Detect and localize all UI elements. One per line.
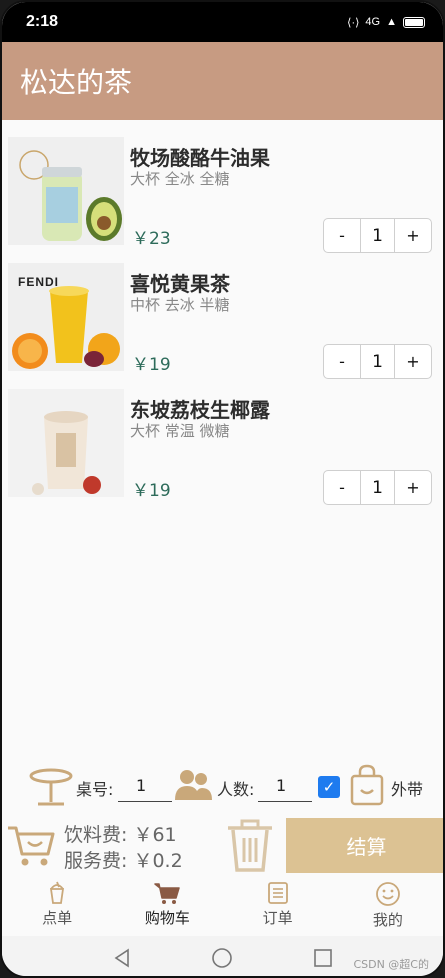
quantity-stepper: - 1 + bbox=[323, 218, 432, 253]
service-fee-label: 服务费: bbox=[64, 850, 128, 872]
takeaway-label: 外带 bbox=[391, 780, 424, 799]
recents-icon[interactable] bbox=[313, 948, 333, 968]
decrease-button[interactable]: - bbox=[324, 345, 360, 378]
service-fee: 服务费: ￥0.2 bbox=[64, 846, 183, 873]
home-icon[interactable] bbox=[211, 947, 233, 969]
quantity-value[interactable]: 1 bbox=[360, 345, 395, 378]
checkout-bar: 饮料费: ￥61 服务费: ￥0.2 结算 bbox=[2, 816, 443, 874]
tab-bar: 点单 购物车 订单 我的 bbox=[2, 878, 443, 934]
app-header: 松达的茶 bbox=[2, 42, 443, 120]
page-title: 松达的茶 bbox=[20, 66, 133, 99]
product-image-avocado bbox=[8, 137, 124, 245]
drink-fee-label: 饮料费: bbox=[64, 824, 128, 846]
cart-icon bbox=[8, 826, 55, 866]
drink-fee-value: ￥61 bbox=[133, 824, 177, 846]
service-fee-value: ￥0.2 bbox=[133, 850, 183, 872]
takeaway-checkbox[interactable]: ✓ bbox=[318, 776, 340, 798]
bag-icon bbox=[350, 764, 384, 806]
status-time: 2:18 bbox=[26, 13, 59, 30]
item-price: ￥23 bbox=[132, 229, 171, 249]
item-name: 牧场酸酪牛油果 bbox=[130, 146, 270, 170]
product-image-lychee bbox=[8, 389, 124, 497]
back-icon[interactable] bbox=[112, 948, 132, 968]
item-price: ￥19 bbox=[132, 481, 171, 501]
item-name: 喜悦黄果茶 bbox=[130, 272, 230, 296]
tab-label: 购物车 bbox=[144, 909, 190, 927]
quantity-stepper: - 1 + bbox=[323, 470, 432, 505]
cart-list: 牧场酸酪牛油果 大杯 全冰 全糖 ￥23 - 1 + FENDI 喜悦黄果茶 中… bbox=[2, 130, 443, 508]
tab-label: 我的 bbox=[372, 911, 403, 929]
smile-icon bbox=[375, 882, 400, 906]
people-count-label: 人数: bbox=[217, 780, 255, 799]
increase-button[interactable]: + bbox=[395, 345, 431, 378]
drink-icon bbox=[50, 881, 65, 904]
status-icons: ⟨·⟩ 4G ▲ bbox=[347, 16, 425, 29]
table-icon bbox=[29, 768, 73, 806]
order-list-icon bbox=[267, 882, 288, 904]
tab-cart[interactable]: 购物车 bbox=[112, 878, 222, 934]
link-icon: ⟨·⟩ bbox=[347, 16, 360, 29]
people-count-input[interactable]: 1 bbox=[258, 770, 312, 802]
checkout-button[interactable]: 结算 bbox=[286, 818, 443, 873]
phone-screen: 2:18 ⟨·⟩ 4G ▲ 松达的茶 牧场酸酪牛油果 大杯 全冰 全糖 ￥23 … bbox=[0, 0, 445, 978]
brand-text: FENDI bbox=[18, 275, 59, 289]
item-options: 大杯 常温 微糖 bbox=[130, 422, 230, 440]
cart-icon bbox=[154, 883, 181, 904]
tab-label: 点单 bbox=[42, 909, 73, 927]
decrease-button[interactable]: - bbox=[324, 471, 360, 504]
cart-item: FENDI 喜悦黄果茶 中杯 去冰 半糖 ￥19 - 1 + bbox=[2, 256, 443, 382]
decrease-button[interactable]: - bbox=[324, 219, 360, 252]
quantity-value[interactable]: 1 bbox=[360, 219, 395, 252]
tab-label: 订单 bbox=[262, 909, 293, 927]
item-options: 大杯 全冰 全糖 bbox=[130, 170, 230, 188]
increase-button[interactable]: + bbox=[395, 471, 431, 504]
increase-button[interactable]: + bbox=[395, 219, 431, 252]
item-options: 中杯 去冰 半糖 bbox=[130, 296, 230, 314]
signal-icon: ▲ bbox=[386, 16, 397, 28]
drink-fee: 饮料费: ￥61 bbox=[64, 820, 177, 847]
product-image-mango: FENDI bbox=[8, 263, 124, 371]
avocado-drink-illustration bbox=[8, 137, 124, 245]
battery-icon bbox=[403, 16, 425, 28]
signal-text: 4G bbox=[365, 16, 381, 28]
tab-orders[interactable]: 订单 bbox=[223, 878, 333, 934]
item-name: 东坡荔枝生椰露 bbox=[130, 398, 270, 422]
item-price: ￥19 bbox=[132, 355, 171, 375]
watermark: CSDN @超C的 bbox=[353, 958, 429, 971]
quantity-stepper: - 1 + bbox=[323, 344, 432, 379]
tab-order[interactable]: 点单 bbox=[2, 878, 112, 934]
tab-profile[interactable]: 我的 bbox=[333, 878, 443, 934]
table-number-label: 桌号: bbox=[76, 780, 114, 799]
table-number-input[interactable]: 1 bbox=[118, 770, 172, 802]
trash-icon[interactable] bbox=[224, 818, 276, 872]
status-bar: 2:18 ⟨·⟩ 4G ▲ bbox=[2, 2, 443, 42]
cart-item: 东坡荔枝生椰露 大杯 常温 微糖 ￥19 - 1 + bbox=[2, 382, 443, 508]
quantity-value[interactable]: 1 bbox=[360, 471, 395, 504]
people-icon bbox=[175, 770, 212, 800]
order-options: 桌号: 1 人数: 1 ✓ 外带 bbox=[2, 762, 443, 812]
lychee-drink-illustration bbox=[8, 389, 124, 497]
cart-item: 牧场酸酪牛油果 大杯 全冰 全糖 ￥23 - 1 + bbox=[2, 130, 443, 256]
